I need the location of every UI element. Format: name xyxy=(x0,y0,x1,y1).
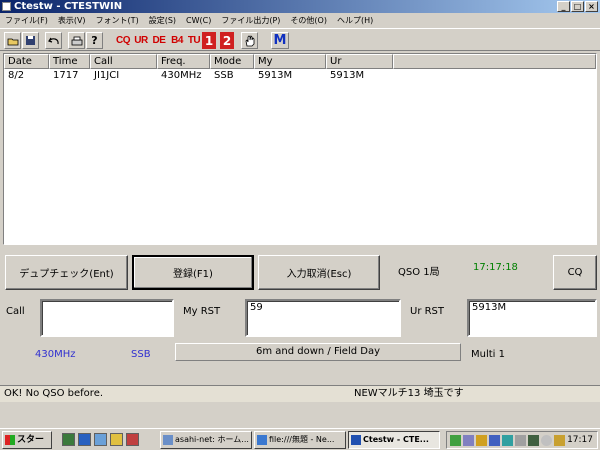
memory-2-button[interactable]: 2 xyxy=(220,32,234,49)
menu-cw[interactable]: CW(C) xyxy=(181,13,216,28)
my-rst-field[interactable]: 59 xyxy=(245,299,401,337)
column-ur[interactable]: Ur xyxy=(326,54,393,69)
minimize-button[interactable]: _ xyxy=(557,1,570,12)
maximize-button[interactable]: □ xyxy=(571,1,584,12)
register-button[interactable]: 登録(F1) xyxy=(132,255,254,290)
clock-time: 17:17:18 xyxy=(473,262,518,273)
help-icon[interactable]: ? xyxy=(86,32,103,49)
system-tray: 17:17 xyxy=(446,431,598,449)
cq-key-button[interactable]: CQ xyxy=(115,32,131,49)
cell-time: 1717 xyxy=(53,70,79,81)
menu-font[interactable]: フォント(T) xyxy=(91,13,144,28)
toolbar: ? CQ UR DE B4 TU 1 2 M xyxy=(0,28,600,51)
hand-icon[interactable] xyxy=(241,32,258,49)
save-icon[interactable] xyxy=(22,32,39,49)
tray-icon[interactable] xyxy=(528,435,539,446)
print-icon[interactable] xyxy=(68,32,85,49)
table-row[interactable]: 8/2 1717 JI1JCI 430MHz SSB 5913M 5913M xyxy=(4,69,596,83)
network-icon[interactable] xyxy=(502,435,513,446)
cancel-input-button[interactable]: 入力取消(Esc) xyxy=(258,255,380,290)
task-asahi-net[interactable]: asahi-net: ホーム... xyxy=(160,431,252,449)
frequency-display: 430MHz xyxy=(35,349,76,360)
log-header: Date Time Call Freq. Mode My Ur xyxy=(4,54,596,69)
multi-count: Multi 1 xyxy=(471,349,505,360)
open-icon[interactable] xyxy=(4,32,21,49)
m-button[interactable]: M xyxy=(271,32,289,49)
tray-icon[interactable] xyxy=(450,435,461,446)
undo-icon[interactable] xyxy=(45,32,62,49)
menu-view[interactable]: 表示(V) xyxy=(53,13,91,28)
volume-icon[interactable] xyxy=(541,435,552,446)
tu-key-button[interactable]: TU xyxy=(186,32,202,49)
cell-freq: 430MHz xyxy=(161,70,202,81)
column-mode[interactable]: Mode xyxy=(210,54,254,69)
tray-icon[interactable] xyxy=(476,435,487,446)
dupe-check-button[interactable]: デュプチェック(Ent) xyxy=(5,255,128,290)
desktop-icon[interactable] xyxy=(94,433,107,446)
column-freq[interactable]: Freq. xyxy=(157,54,210,69)
memory-1-button[interactable]: 1 xyxy=(202,32,216,49)
menu-settings[interactable]: 設定(S) xyxy=(144,13,181,28)
status-bar: OK! No QSO before. NEWマルチ13 埼玉です xyxy=(0,385,600,402)
cell-ur: 5913M xyxy=(330,70,365,81)
my-rst-label: My RST xyxy=(183,306,221,317)
tray-icon[interactable] xyxy=(489,435,500,446)
column-filler xyxy=(393,54,596,69)
task-notepad[interactable]: file:///無題 - Ne... xyxy=(254,431,346,449)
menu-file[interactable]: ファイル(F) xyxy=(0,13,53,28)
window-title: Ctestw - CTESTWIN xyxy=(14,1,123,12)
start-button[interactable]: スタート xyxy=(2,431,52,449)
status-message: OK! No QSO before. xyxy=(4,388,104,399)
task-ctestwin[interactable]: Ctestw - CTE... xyxy=(348,431,440,449)
close-button[interactable]: × xyxy=(585,1,598,12)
title-bar[interactable]: Ctestw - CTESTWIN _ □ × xyxy=(0,0,600,13)
start-label: スタート xyxy=(17,435,45,445)
quick-launch-icon[interactable] xyxy=(126,433,139,446)
call-field[interactable] xyxy=(40,299,174,337)
qso-count: QSO 1局 xyxy=(398,267,440,278)
app-icon xyxy=(2,2,11,11)
call-label: Call xyxy=(6,306,25,317)
b4-key-button[interactable]: B4 xyxy=(169,32,185,49)
cell-call: JI1JCI xyxy=(94,70,120,81)
mode-display: SSB xyxy=(131,349,151,360)
qso-log-table[interactable]: Date Time Call Freq. Mode My Ur 8/2 1717… xyxy=(3,53,597,245)
taskbar-clock: 17:17 xyxy=(567,435,593,445)
column-date[interactable]: Date xyxy=(4,54,49,69)
quick-launch-icon[interactable] xyxy=(62,433,75,446)
ur-rst-label: Ur RST xyxy=(410,306,445,317)
cell-date: 8/2 xyxy=(8,70,25,81)
browser-icon[interactable] xyxy=(78,433,91,446)
menu-bar: ファイル(F) 表示(V) フォント(T) 設定(S) CW(C) ファイル出力… xyxy=(0,13,600,28)
column-my[interactable]: My xyxy=(254,54,326,69)
tray-icon[interactable] xyxy=(554,435,565,446)
column-time[interactable]: Time xyxy=(49,54,90,69)
cell-mode: SSB xyxy=(214,70,234,81)
cq-button[interactable]: CQ xyxy=(553,255,597,290)
taskbar: スタート asahi-net: ホーム... file:///無題 - Ne..… xyxy=(0,428,600,450)
tray-icon[interactable] xyxy=(463,435,474,446)
ur-key-button[interactable]: UR xyxy=(133,32,149,49)
band-category-button[interactable]: 6m and down / Field Day xyxy=(175,343,461,361)
cell-my: 5913M xyxy=(258,70,293,81)
menu-help[interactable]: ヘルプ(H) xyxy=(332,13,378,28)
de-key-button[interactable]: DE xyxy=(151,32,167,49)
quick-launch-icon[interactable] xyxy=(110,433,123,446)
ur-rst-field[interactable]: 5913M xyxy=(467,299,597,337)
notepad-icon xyxy=(257,435,267,445)
windows-logo-icon xyxy=(5,435,15,445)
menu-other[interactable]: その他(O) xyxy=(285,13,332,28)
browser-icon xyxy=(163,435,173,445)
app-icon xyxy=(351,435,361,445)
column-call[interactable]: Call xyxy=(90,54,157,69)
menu-file-output[interactable]: ファイル出力(P) xyxy=(216,13,285,28)
tray-icon[interactable] xyxy=(515,435,526,446)
status-new-multi: NEWマルチ13 埼玉です xyxy=(354,388,464,399)
